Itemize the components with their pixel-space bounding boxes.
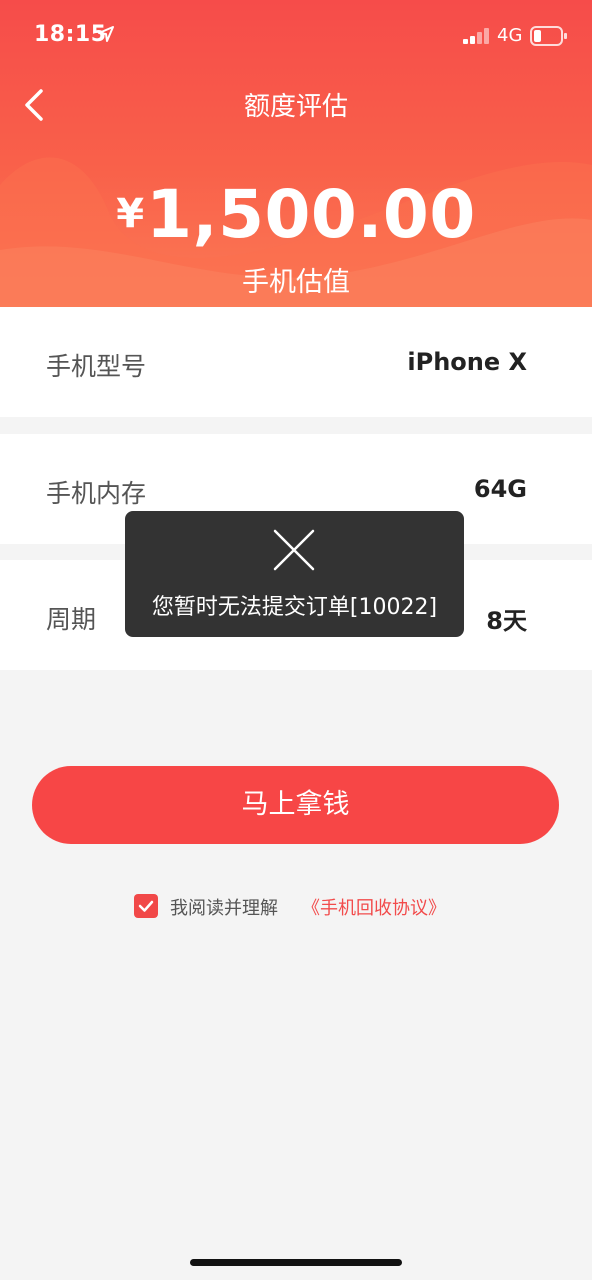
- error-toast: 您暂时无法提交订单[10022]: [125, 511, 464, 637]
- home-indicator[interactable]: [190, 1259, 402, 1266]
- detail-row-model: 手机型号 iPhone X: [0, 307, 592, 417]
- agreement-checkbox[interactable]: [134, 894, 158, 918]
- agreement-link[interactable]: 《手机回收协议》: [302, 894, 446, 920]
- close-x-icon: [273, 529, 315, 571]
- detail-value: 64G: [473, 475, 527, 503]
- detail-label: 手机型号: [46, 352, 147, 381]
- page-title: 额度评估: [243, 92, 348, 122]
- valuation-label: 手机估值: [242, 267, 350, 298]
- header-banner: 18:15 4G 额度评估 ¥1,500.00 手机估值: [0, 0, 592, 307]
- detail-label: 手机内存: [46, 479, 147, 508]
- detail-value: iPhone X: [407, 348, 527, 376]
- checkmark-icon: [138, 900, 154, 912]
- detail-label: 周期: [46, 605, 97, 634]
- location-arrow-icon: [98, 26, 114, 46]
- network-type: 4G: [497, 25, 523, 46]
- valuation-amount: ¥1,500.00: [0, 176, 592, 253]
- agreement-text: 我阅读并理解: [170, 898, 278, 919]
- toast-message: 您暂时无法提交订单[10022]: [151, 595, 438, 620]
- currency-symbol: ¥: [116, 191, 145, 237]
- battery-icon: [530, 26, 568, 50]
- amount-value: 1,500.00: [146, 176, 476, 253]
- get-cash-button[interactable]: 马上拿钱: [32, 766, 559, 844]
- detail-value: 8天: [486, 607, 527, 635]
- signal-bars-icon: [463, 28, 491, 48]
- status-bar: 18:15 4G: [0, 0, 592, 72]
- status-time: 18:15: [34, 22, 107, 47]
